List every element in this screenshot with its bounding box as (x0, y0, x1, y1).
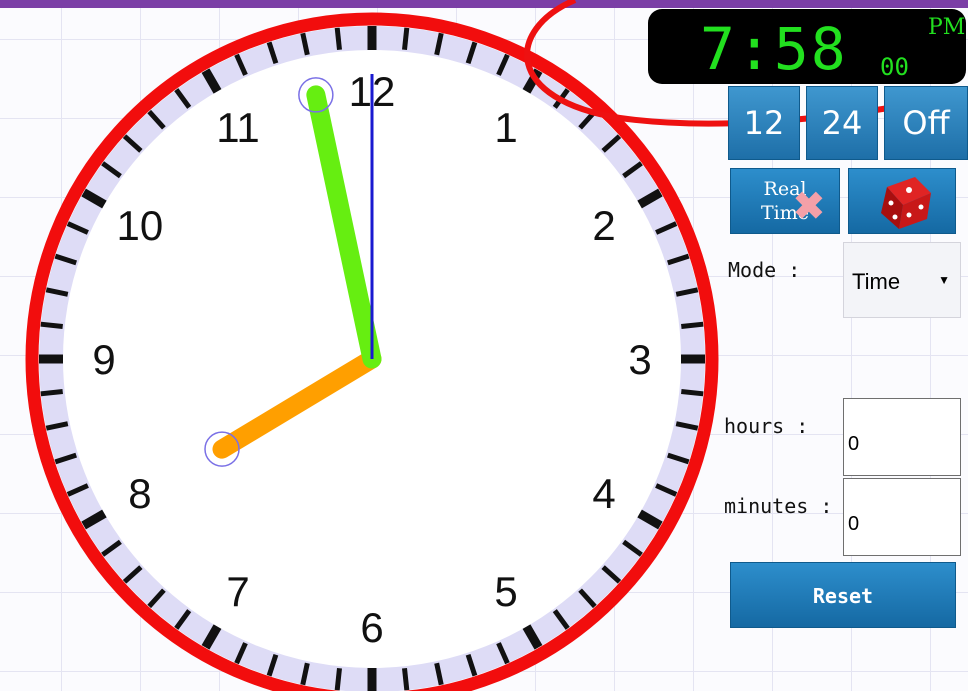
mode-select[interactable]: Time ▼ (843, 242, 961, 318)
clock-number-4: 4 (592, 470, 615, 517)
reset-button[interactable]: Reset (730, 562, 956, 628)
minor-tick (681, 321, 704, 329)
minor-tick (334, 668, 342, 691)
minor-tick (402, 27, 410, 50)
clock-number-8: 8 (128, 470, 151, 517)
hours-input[interactable]: 0 (843, 398, 961, 476)
minor-tick (681, 389, 704, 397)
minor-tick (402, 668, 410, 691)
24-hour-button[interactable]: 24 (806, 86, 878, 160)
minutes-input-value: 0 (848, 513, 860, 535)
display-off-button[interactable]: Off (884, 86, 968, 160)
digital-ampm: PM (928, 15, 966, 40)
clock-number-5: 5 (494, 568, 517, 615)
mode-select-value: Time (852, 269, 901, 294)
minutes-input[interactable]: 0 (843, 478, 961, 556)
digital-display: 7:58 00 PM (648, 9, 966, 84)
clock-number-10: 10 (117, 202, 164, 249)
clock-number-2: 2 (592, 202, 615, 249)
mode-label: Mode : (728, 258, 801, 282)
minor-tick (40, 389, 63, 397)
disabled-cross-icon: ✖ (793, 183, 825, 228)
chevron-down-icon: ▼ (938, 273, 950, 287)
minor-tick (40, 321, 63, 329)
clock-number-3: 3 (628, 336, 651, 383)
random-time-button[interactable] (848, 168, 956, 234)
clock-number-7: 7 (226, 568, 249, 615)
clock-number-1: 1 (494, 104, 517, 151)
digital-seconds: 00 (880, 53, 909, 81)
digital-time: 7:58 (700, 15, 848, 83)
12-hour-button[interactable]: 12 (728, 86, 800, 160)
dice-icon (881, 177, 931, 229)
real-time-button[interactable]: Real Time ✖ (730, 168, 840, 234)
minutes-label: minutes : (724, 494, 833, 518)
clock-number-11: 11 (216, 104, 260, 151)
hours-label: hours : (724, 414, 809, 438)
hours-input-value: 0 (848, 433, 860, 455)
minor-tick (334, 27, 342, 50)
clock-number-9: 9 (92, 336, 115, 383)
clock-number-6: 6 (360, 604, 383, 651)
